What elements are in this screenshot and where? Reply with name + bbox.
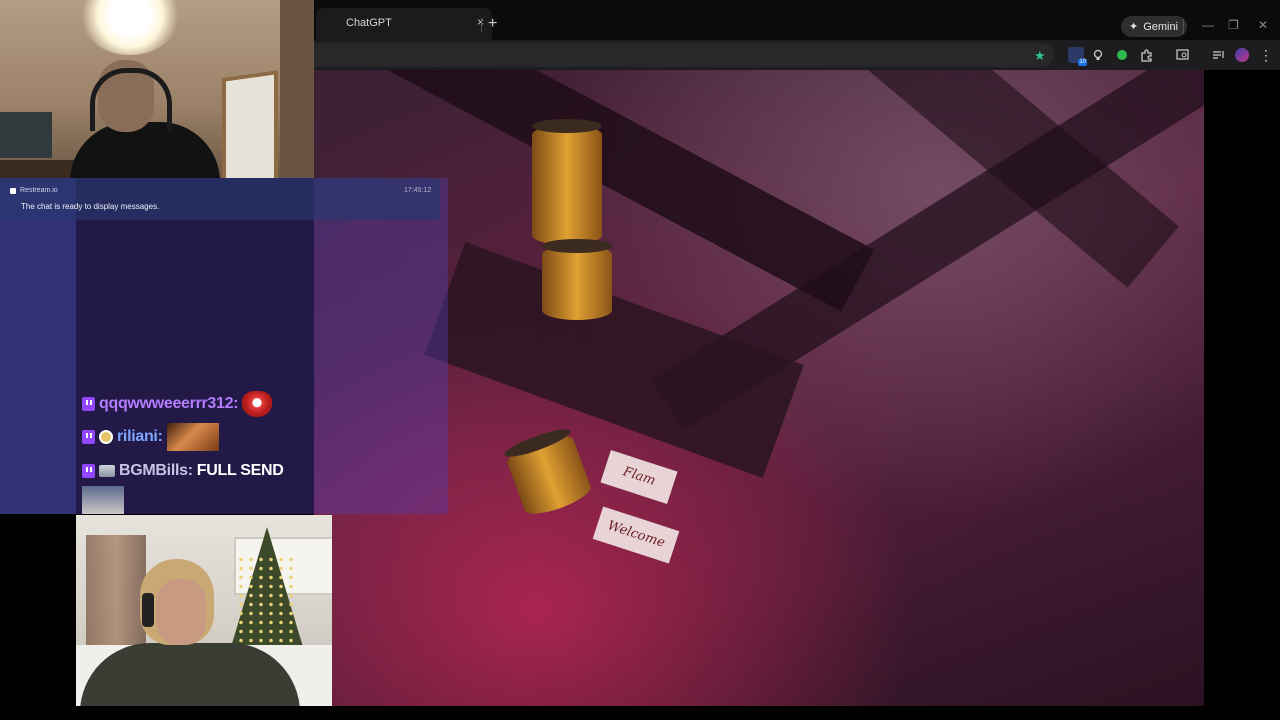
twitch-icon	[82, 464, 95, 478]
chat-message: qqqwwweeerrr312:	[82, 391, 273, 417]
streamer-person	[80, 559, 300, 706]
monitor	[0, 112, 52, 158]
jar	[532, 119, 602, 245]
chat-message-text: FULL SEND	[196, 462, 284, 479]
dark-prop	[424, 242, 804, 478]
browser-toolbar: ★ 10 ⋮	[314, 40, 1280, 70]
jar	[502, 424, 594, 520]
label-sign: Flam	[600, 450, 678, 504]
gemini-icon: ✦	[1129, 21, 1139, 33]
restream-icon	[10, 187, 16, 194]
wall-shade	[280, 0, 314, 178]
jar	[542, 239, 612, 320]
chat-username: qqqwwweeerrr312:	[99, 395, 239, 412]
gemini-button[interactable]: ✦ Gemini	[1121, 16, 1188, 37]
address-bar[interactable]: ★	[314, 43, 1054, 67]
face-emote-icon	[82, 486, 124, 514]
door	[222, 70, 278, 178]
lightbulb-icon[interactable]	[1090, 47, 1106, 63]
chat-username: BGMBills:	[119, 462, 193, 479]
tab-title: ChatGPT	[346, 17, 392, 29]
minimize-button[interactable]: —	[1202, 18, 1214, 32]
label-sign: Welcome	[592, 506, 680, 564]
close-window-button[interactable]: ✕	[1258, 18, 1268, 32]
chat-source-label: Restream.io	[20, 187, 58, 194]
chat-username: riliani:	[117, 428, 163, 445]
chat-source: Restream.io	[10, 187, 58, 194]
puzzle-icon[interactable]	[1138, 47, 1154, 63]
green-extension-icon[interactable]	[1114, 47, 1130, 63]
mouth-emote-icon	[242, 391, 273, 417]
extension-badge: 10	[1078, 59, 1087, 66]
bookmark-star-icon[interactable]: ★	[1034, 48, 1046, 64]
restore-button[interactable]: ❐	[1228, 18, 1239, 32]
image-emote-icon	[166, 423, 219, 451]
chat-system-banner	[0, 178, 440, 220]
tab-divider	[481, 18, 482, 32]
coin-badge-icon	[99, 430, 113, 444]
profile-avatar[interactable]	[1234, 47, 1250, 63]
extension-icon[interactable]: 10	[1068, 47, 1087, 66]
ceiling-light	[80, 0, 180, 55]
gemini-label: Gemini	[1143, 20, 1179, 33]
chat-message: riliani:	[82, 423, 219, 451]
tab-chatgpt[interactable]: ChatGPT ×	[316, 8, 492, 40]
chat-ready-message: The chat is ready to display messages.	[21, 202, 160, 211]
twitch-icon	[82, 397, 95, 411]
tab-search-icon[interactable]	[1174, 47, 1190, 63]
headphones	[142, 593, 154, 627]
media-icon[interactable]	[1210, 47, 1226, 63]
streamer-person	[70, 60, 220, 178]
webcam-top	[0, 0, 314, 178]
menu-icon[interactable]: ⋮	[1258, 47, 1274, 63]
chat-timestamp: 17:45:12	[404, 187, 432, 194]
browser-tabstrip: ChatGPT × + ✦ Gemini — ❐ ✕	[314, 0, 1280, 40]
new-tab-button[interactable]: +	[488, 16, 497, 32]
stack-badge-icon	[99, 465, 115, 477]
twitch-icon	[82, 430, 95, 444]
headphones	[90, 68, 172, 131]
chat-message: BGMBills: FULL SEND	[82, 459, 284, 483]
chrome-separator	[1183, 19, 1184, 34]
webcam-bottom	[76, 515, 332, 706]
